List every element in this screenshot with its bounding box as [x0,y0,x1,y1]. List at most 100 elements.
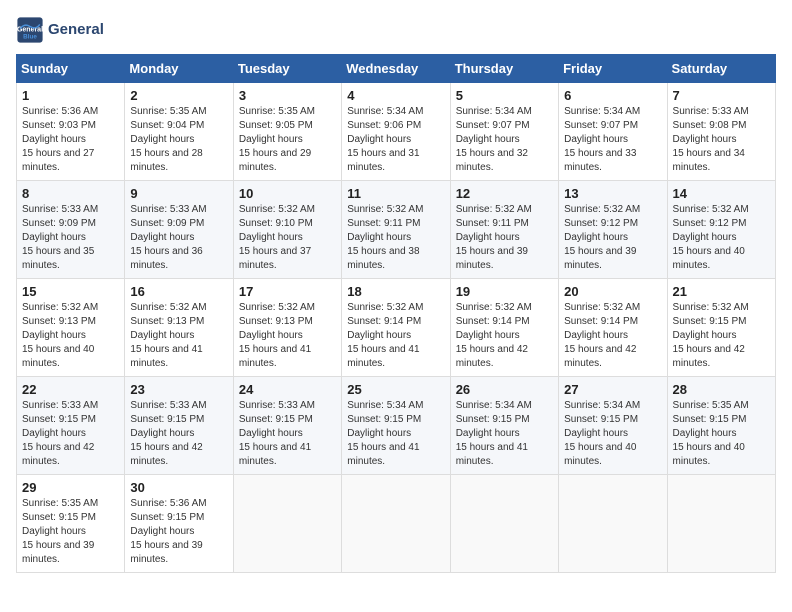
logo-text: General [48,22,104,39]
calendar-cell: 26 Sunrise: 5:34 AMSunset: 9:15 PMDayligh… [450,377,558,475]
calendar-cell: 19Sunrise: 5:32 AMSunset: 9:14 PMDayligh… [450,279,558,377]
day-info: Sunrise: 5:32 AMSunset: 9:14 PMDaylight … [564,301,661,371]
day-number: 20 [564,284,661,299]
calendar-cell: 3Sunrise: 5:35 AMSunset: 9:05 PMDaylight… [233,83,341,181]
day-info: Sunrise: 5:34 AMSunset: 9:07 PMDaylight … [456,105,553,175]
day-info: Sunrise: 5:33 AMSunset: 9:15 PMDaylight … [130,399,227,469]
calendar-body: 1 Sunrise: 5:36 AMSunset: 9:03 PMDaylight… [17,83,776,573]
day-info: Sunrise: 5:34 AMSunset: 9:06 PMDaylight … [347,105,444,175]
day-info: Sunrise: 5:36 AMSunset: 9:03 PMDaylight … [22,105,119,175]
calendar-cell: 18Sunrise: 5:32 AMSunset: 9:14 PMDayligh… [342,279,450,377]
calendar-cell: 13Sunrise: 5:32 AMSunset: 9:12 PMDayligh… [559,181,667,279]
day-header-saturday: Saturday [667,55,775,83]
day-info: Sunrise: 5:34 AMSunset: 9:15 PMDaylight … [564,399,661,469]
calendar-cell: 6 Sunrise: 5:34 AMSunset: 9:07 PMDaylight… [559,83,667,181]
day-info: Sunrise: 5:32 AMSunset: 9:15 PMDaylight … [673,301,770,371]
day-info: Sunrise: 5:32 AMSunset: 9:12 PMDaylight … [673,203,770,273]
day-number: 9 [130,186,227,201]
calendar-cell: 1 Sunrise: 5:36 AMSunset: 9:03 PMDaylight… [17,83,125,181]
calendar-cell: 15 Sunrise: 5:32 AMSunset: 9:13 PMDayligh… [17,279,125,377]
day-info: Sunrise: 5:35 AMSunset: 9:04 PMDaylight … [130,105,227,175]
day-number: 22 [22,382,119,397]
day-number: 29 [22,480,119,495]
calendar-cell: 28 Sunrise: 5:35 AMSunset: 9:15 PMDayligh… [667,377,775,475]
day-info: Sunrise: 5:32 AMSunset: 9:13 PMDaylight … [239,301,336,371]
day-number: 1 [22,88,119,103]
day-info: Sunrise: 5:33 AMSunset: 9:08 PMDaylight … [673,105,770,175]
calendar-cell [559,475,667,573]
day-info: Sunrise: 5:32 AMSunset: 9:10 PMDaylight … [239,203,336,273]
day-info: Sunrise: 5:32 AMSunset: 9:14 PMDaylight … [456,301,553,371]
calendar-table: SundayMondayTuesdayWednesdayThursdayFrid… [16,54,776,573]
calendar-week-3: 15 Sunrise: 5:32 AMSunset: 9:13 PMDayligh… [17,279,776,377]
calendar-cell: 12 Sunrise: 5:32 AMSunset: 9:11 PMDayligh… [450,181,558,279]
day-info: Sunrise: 5:33 AMSunset: 9:09 PMDaylight … [130,203,227,273]
day-info: Sunrise: 5:35 AMSunset: 9:15 PMDaylight … [673,399,770,469]
day-number: 24 [239,382,336,397]
calendar-cell: 24 Sunrise: 5:33 AMSunset: 9:15 PMDayligh… [233,377,341,475]
calendar-cell [233,475,341,573]
page-header: General Blue General [16,16,776,44]
day-header-sunday: Sunday [17,55,125,83]
calendar-cell: 5 Sunrise: 5:34 AMSunset: 9:07 PMDaylight… [450,83,558,181]
day-info: Sunrise: 5:33 AMSunset: 9:09 PMDaylight … [22,203,119,273]
calendar-header-row: SundayMondayTuesdayWednesdayThursdayFrid… [17,55,776,83]
calendar-week-2: 8 Sunrise: 5:33 AMSunset: 9:09 PMDaylight… [17,181,776,279]
calendar-cell: 8 Sunrise: 5:33 AMSunset: 9:09 PMDaylight… [17,181,125,279]
day-number: 25 [347,382,444,397]
day-info: Sunrise: 5:34 AMSunset: 9:15 PMDaylight … [456,399,553,469]
day-number: 14 [673,186,770,201]
day-info: Sunrise: 5:34 AMSunset: 9:15 PMDaylight … [347,399,444,469]
logo-icon: General Blue [16,16,44,44]
day-info: Sunrise: 5:34 AMSunset: 9:07 PMDaylight … [564,105,661,175]
calendar-week-1: 1 Sunrise: 5:36 AMSunset: 9:03 PMDaylight… [17,83,776,181]
day-number: 13 [564,186,661,201]
day-number: 27 [564,382,661,397]
calendar-week-5: 29 Sunrise: 5:35 AMSunset: 9:15 PMDayligh… [17,475,776,573]
calendar-cell: 25 Sunrise: 5:34 AMSunset: 9:15 PMDayligh… [342,377,450,475]
calendar-cell: 2 Sunrise: 5:35 AMSunset: 9:04 PMDaylight… [125,83,233,181]
calendar-cell: 16 Sunrise: 5:32 AMSunset: 9:13 PMDayligh… [125,279,233,377]
calendar-cell [667,475,775,573]
day-number: 5 [456,88,553,103]
day-info: Sunrise: 5:32 AMSunset: 9:13 PMDaylight … [22,301,119,371]
calendar-cell: 14 Sunrise: 5:32 AMSunset: 9:12 PMDayligh… [667,181,775,279]
day-number: 28 [673,382,770,397]
day-number: 17 [239,284,336,299]
day-number: 2 [130,88,227,103]
day-number: 15 [22,284,119,299]
calendar-cell: 10 Sunrise: 5:32 AMSunset: 9:10 PMDayligh… [233,181,341,279]
day-number: 12 [456,186,553,201]
day-header-thursday: Thursday [450,55,558,83]
calendar-cell: 11Sunrise: 5:32 AMSunset: 9:11 PMDayligh… [342,181,450,279]
svg-text:Blue: Blue [23,33,37,40]
day-number: 8 [22,186,119,201]
day-number: 11 [347,186,444,201]
calendar-cell: 7 Sunrise: 5:33 AMSunset: 9:08 PMDaylight… [667,83,775,181]
day-header-wednesday: Wednesday [342,55,450,83]
day-number: 18 [347,284,444,299]
day-number: 16 [130,284,227,299]
day-number: 21 [673,284,770,299]
day-info: Sunrise: 5:33 AMSunset: 9:15 PMDaylight … [22,399,119,469]
day-info: Sunrise: 5:36 AMSunset: 9:15 PMDaylight … [130,497,227,567]
day-number: 4 [347,88,444,103]
calendar-cell: 30Sunrise: 5:36 AMSunset: 9:15 PMDayligh… [125,475,233,573]
day-number: 7 [673,88,770,103]
calendar-cell: 27 Sunrise: 5:34 AMSunset: 9:15 PMDayligh… [559,377,667,475]
day-number: 26 [456,382,553,397]
day-info: Sunrise: 5:32 AMSunset: 9:13 PMDaylight … [130,301,227,371]
calendar-cell [450,475,558,573]
day-number: 23 [130,382,227,397]
day-info: Sunrise: 5:35 AMSunset: 9:15 PMDaylight … [22,497,119,567]
calendar-cell: 9 Sunrise: 5:33 AMSunset: 9:09 PMDaylight… [125,181,233,279]
day-info: Sunrise: 5:32 AMSunset: 9:11 PMDaylight … [456,203,553,273]
calendar-cell: 17 Sunrise: 5:32 AMSunset: 9:13 PMDayligh… [233,279,341,377]
logo: General Blue General [16,16,104,44]
day-header-tuesday: Tuesday [233,55,341,83]
calendar-week-4: 22 Sunrise: 5:33 AMSunset: 9:15 PMDayligh… [17,377,776,475]
day-number: 3 [239,88,336,103]
day-info: Sunrise: 5:33 AMSunset: 9:15 PMDaylight … [239,399,336,469]
day-number: 10 [239,186,336,201]
day-number: 6 [564,88,661,103]
